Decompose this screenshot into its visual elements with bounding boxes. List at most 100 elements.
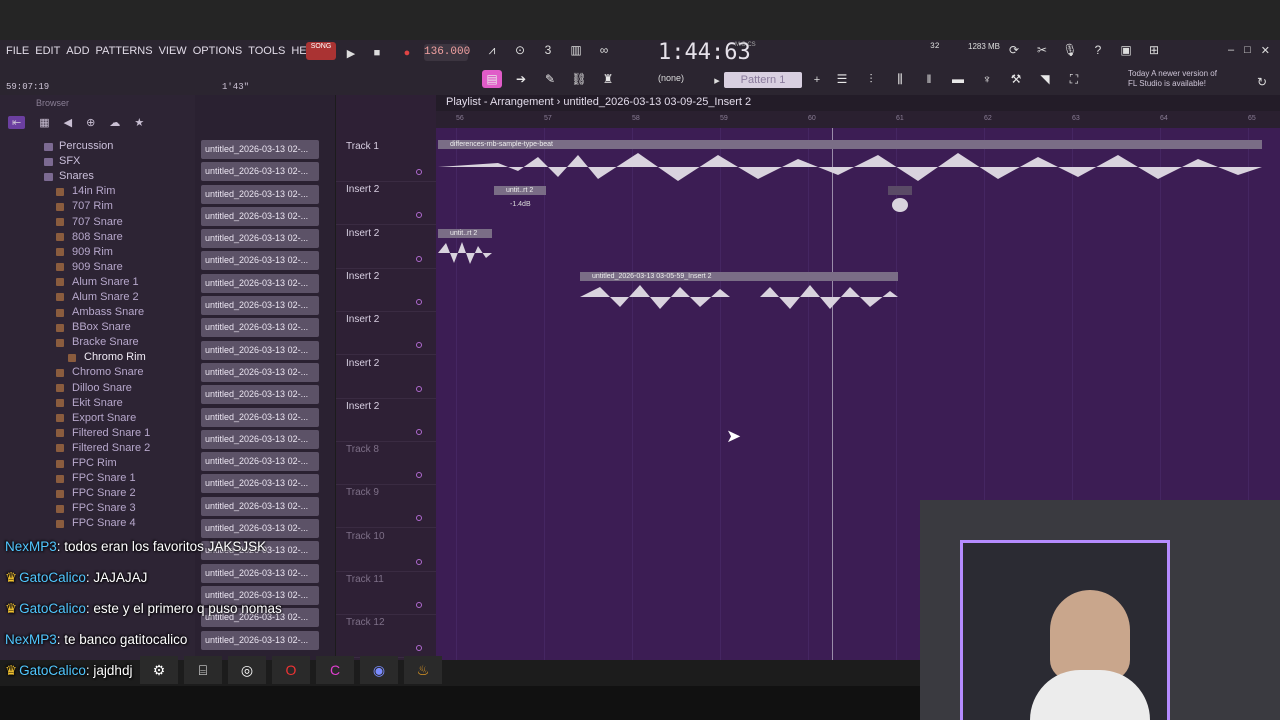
add-pattern-icon[interactable]: + xyxy=(808,73,826,87)
app-icon[interactable]: ⚙ xyxy=(140,656,178,684)
clip-source-item[interactable]: untitled_2026-03-13 02-... xyxy=(201,630,319,650)
browser-item[interactable]: Snares xyxy=(0,169,195,184)
browser-item[interactable]: Alum Snare 1 xyxy=(0,275,195,290)
clip-source-item[interactable]: untitled_2026-03-13 02-... xyxy=(201,140,319,159)
audio-clip-insert-c[interactable]: untit..rt 2 xyxy=(438,229,492,269)
browser-cloud-icon[interactable]: ☁ xyxy=(109,116,120,129)
track-header[interactable]: Insert 2 xyxy=(336,269,436,312)
audio-clip-beat[interactable]: differences-rnb-sample-type-beat xyxy=(438,140,1262,186)
audio-clip-insert-b[interactable] xyxy=(888,186,912,218)
pianoroll-icon[interactable]: ▤ xyxy=(482,70,502,88)
clip-source-item[interactable]: untitled_2026-03-13 02-... xyxy=(201,162,319,182)
fl-studio-icon[interactable]: ♨ xyxy=(404,656,442,684)
clip-source-item[interactable]: untitled_2026-03-13 02-... xyxy=(201,273,319,293)
channel-rack-icon[interactable]: ⫶ xyxy=(861,70,881,88)
browser-item[interactable]: 909 Rim xyxy=(0,245,195,260)
track-enable-icon[interactable] xyxy=(416,515,422,522)
record-icon[interactable]: ● xyxy=(398,46,416,60)
track-enable-icon[interactable] xyxy=(416,472,422,479)
browser-item[interactable]: Ekit Snare xyxy=(0,396,195,411)
track-enable-icon[interactable] xyxy=(416,385,422,392)
refresh-icon[interactable]: ⟳ xyxy=(1004,40,1024,60)
browser-item[interactable]: SFX xyxy=(0,154,195,169)
discord-icon[interactable]: ◉ xyxy=(360,656,398,684)
browser-item[interactable]: Percussion xyxy=(0,139,195,154)
stamp-icon[interactable]: ♜ xyxy=(598,70,618,88)
clip-source-item[interactable]: untitled_2026-03-13 02-... xyxy=(201,563,319,583)
browser-item[interactable]: Export Snare xyxy=(0,411,195,426)
track-header[interactable]: Track 11 xyxy=(336,572,436,615)
audio-clip-insert-long[interactable]: untitled_2026-03-13 03-05-59_Insert 2 xyxy=(580,272,898,314)
browser-item[interactable]: 909 Snare xyxy=(0,260,195,275)
minimize-icon[interactable]: – xyxy=(1228,44,1234,57)
tempo-display[interactable]: 136.000 xyxy=(424,44,470,61)
clip-source-item[interactable]: untitled_2026-03-13 02-... xyxy=(201,251,319,271)
clip-source-item[interactable]: untitled_2026-03-13 02-... xyxy=(201,474,319,494)
browser-item[interactable]: 14in Rim xyxy=(0,184,195,199)
clip-source-item[interactable]: untitled_2026-03-13 02-... xyxy=(201,429,319,449)
menu-edit[interactable]: EDIT xyxy=(35,45,60,57)
clip-source-item[interactable]: untitled_2026-03-13 02-... xyxy=(201,184,319,204)
browser-item[interactable]: Filtered Snare 1 xyxy=(0,426,195,441)
step-edit-icon[interactable]: ▥ xyxy=(566,40,586,60)
browser-back-icon[interactable]: ◀ xyxy=(64,116,72,129)
browser-item[interactable]: FPC Snare 3 xyxy=(0,501,195,516)
browser-search-icon[interactable]: ⊕ xyxy=(86,116,95,129)
browser-item[interactable]: Dilloo Snare xyxy=(0,381,195,396)
plugin-icon[interactable]: ⊞ xyxy=(1144,40,1164,60)
clip-source-item[interactable]: untitled_2026-03-13 02-... xyxy=(201,340,319,360)
news-panel[interactable]: Today A newer version of FL Studio is av… xyxy=(1128,69,1224,89)
clip-source-item[interactable]: untitled_2026-03-13 02-... xyxy=(201,362,319,382)
playhead[interactable] xyxy=(832,128,833,660)
menu-patterns[interactable]: PATTERNS xyxy=(96,45,153,57)
loop-record-icon[interactable]: ∞ xyxy=(594,40,614,60)
mixer-icon[interactable]: ⫼ xyxy=(890,70,910,88)
metronome-icon[interactable]: ⩘ xyxy=(482,40,502,60)
track-enable-icon[interactable] xyxy=(416,169,422,175)
maximize-icon[interactable]: □ xyxy=(1244,44,1251,57)
stop-icon[interactable]: ■ xyxy=(368,46,386,60)
news-refresh-icon[interactable]: ↻ xyxy=(1252,72,1272,92)
browser-item[interactable]: Alum Snare 2 xyxy=(0,290,195,305)
track-enable-icon[interactable] xyxy=(416,645,422,652)
shop-icon[interactable]: ⛶ xyxy=(1064,70,1084,88)
browser-star-icon[interactable]: ★ xyxy=(134,116,144,129)
track-enable-icon[interactable] xyxy=(416,342,422,349)
snap-select[interactable]: (none) xyxy=(640,73,702,87)
track-enable-icon[interactable] xyxy=(416,255,422,262)
browser-item[interactable]: FPC Snare 2 xyxy=(0,486,195,501)
track-header[interactable]: Track 8 xyxy=(336,442,436,486)
menu-tools[interactable]: TOOLS xyxy=(248,45,285,57)
play-icon[interactable]: ▶ xyxy=(342,46,360,60)
browser-item[interactable]: FPC Snare 4 xyxy=(0,516,195,531)
terminal-icon[interactable]: ⌸ xyxy=(184,656,222,684)
track-enable-icon[interactable] xyxy=(416,212,422,219)
browser-folder-icon[interactable]: ▬ xyxy=(948,70,968,88)
clip-source-item[interactable]: untitled_2026-03-13 02-... xyxy=(201,452,319,472)
menu-add[interactable]: ADD xyxy=(66,45,89,57)
cut-icon[interactable]: ✂ xyxy=(1032,40,1052,60)
song-mode-toggle[interactable]: SONG xyxy=(306,42,336,60)
track-header[interactable]: Insert 2 xyxy=(336,399,436,442)
track-header[interactable]: Track 1 xyxy=(336,139,436,182)
countdown-icon[interactable]: 3 xyxy=(538,40,558,60)
save-icon[interactable]: ▣ xyxy=(1116,40,1136,60)
audio-clip-insert-a[interactable]: untit..rt 2 -1.4dB xyxy=(494,186,546,216)
browser-all-icon[interactable]: ⇤ xyxy=(8,115,26,129)
track-header[interactable]: Track 9 xyxy=(336,485,436,529)
browser-item[interactable]: Chromo Rim xyxy=(0,350,195,365)
wait-icon[interactable]: ⊙ xyxy=(510,40,530,60)
tools-icon[interactable]: ⚒ xyxy=(1006,70,1026,88)
mixer-faders-icon[interactable]: ‖ xyxy=(919,70,939,88)
clip-source-item[interactable]: untitled_2026-03-13 02-... xyxy=(201,206,319,226)
track-header[interactable]: Insert 2 xyxy=(336,356,436,399)
menu-file[interactable]: FILE xyxy=(6,45,29,57)
track-enable-icon[interactable] xyxy=(416,602,422,608)
browser-item[interactable]: Filtered Snare 2 xyxy=(0,441,195,456)
browser-item[interactable]: FPC Snare 1 xyxy=(0,471,195,486)
clip-source-item[interactable]: untitled_2026-03-13 02-... xyxy=(201,407,319,427)
track-header[interactable]: Insert 2 xyxy=(336,182,436,226)
track-header[interactable]: Track 10 xyxy=(336,529,436,572)
obs-icon[interactable]: ◎ xyxy=(228,656,266,684)
browser-item[interactable]: Ambass Snare xyxy=(0,305,195,320)
